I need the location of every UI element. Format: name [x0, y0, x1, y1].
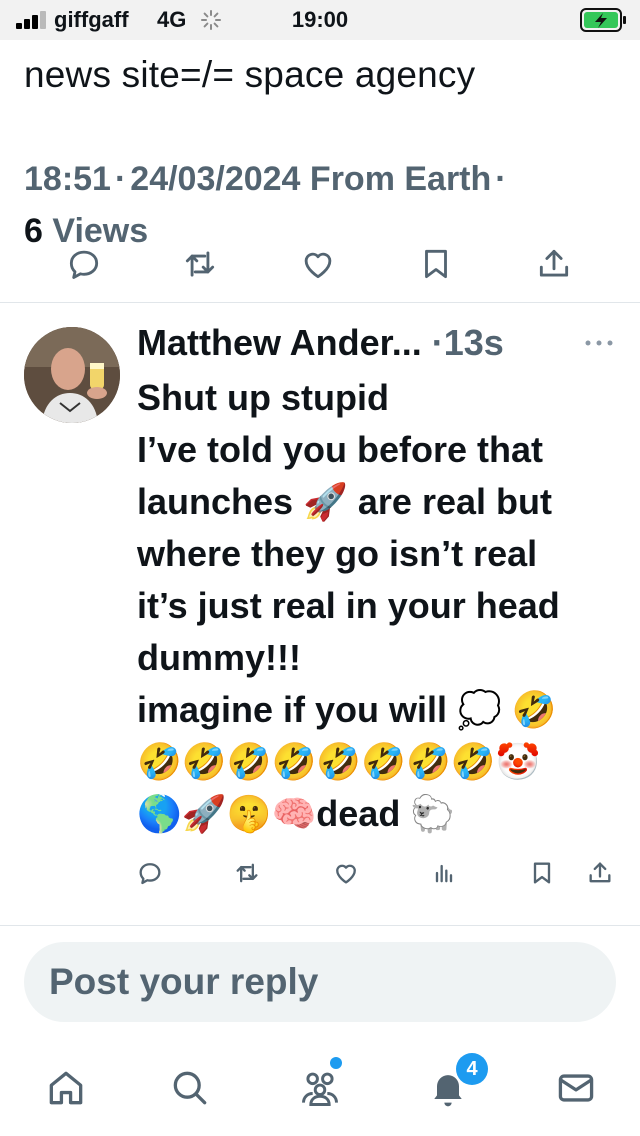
tab-communities[interactable] — [292, 1060, 348, 1116]
share-icon — [589, 862, 611, 883]
repost-button[interactable] — [176, 240, 224, 288]
analytics-icon — [435, 864, 453, 883]
more-options-icon[interactable] — [583, 335, 615, 351]
reply-author[interactable]: Matthew Ander... — [137, 322, 422, 363]
reply-line: launches 🚀 are real but — [137, 481, 552, 522]
tab-search[interactable] — [162, 1060, 218, 1116]
communities-dot-badge — [330, 1057, 342, 1069]
reply-line: I’ve told you before that — [137, 429, 544, 470]
post-text: news site=/= space agency — [24, 54, 476, 95]
bookmark-icon — [533, 862, 551, 884]
post-action-bar — [0, 240, 640, 288]
reply-button[interactable] — [60, 240, 108, 288]
reply-text: Shut up stupid I’ve told you before that… — [137, 372, 627, 840]
tab-messages[interactable] — [548, 1060, 604, 1116]
divider — [0, 302, 640, 303]
reply-repost-button[interactable] — [229, 853, 265, 893]
bottom-tab-bar: 4 — [0, 1050, 640, 1136]
reply-line: dummy!!! — [137, 637, 301, 678]
reply-line: it’s just real in your head — [137, 585, 560, 626]
reply-header: Matthew Ander... ·13s — [137, 322, 504, 364]
repost-icon — [236, 863, 258, 883]
home-icon — [49, 1071, 83, 1105]
post-meta: 18:51 · 24/03/2024 From Earth · — [24, 160, 507, 198]
share-button[interactable] — [530, 240, 578, 288]
share-icon — [539, 249, 569, 277]
post-date: 24/03/2024 — [130, 160, 301, 198]
like-icon — [304, 252, 332, 279]
avatar[interactable] — [24, 327, 120, 423]
tab-home[interactable] — [38, 1060, 94, 1116]
tweet-detail-screen: giffgaff 4G 19:00 news site=/= space age… — [0, 0, 640, 1136]
reply-analytics-button[interactable] — [426, 853, 462, 893]
reply-reply-button[interactable] — [132, 853, 168, 893]
search-icon — [173, 1071, 207, 1105]
repost-icon — [185, 251, 215, 277]
reply-icon — [139, 863, 161, 885]
battery-charging-icon — [580, 8, 626, 32]
status-bar: giffgaff 4G 19:00 — [0, 0, 640, 40]
reply-share-button[interactable] — [582, 853, 618, 893]
reply-separator: · — [431, 322, 444, 363]
reply-line: where they go isn’t real — [137, 533, 538, 574]
reply-action-bar — [0, 853, 640, 893]
reply-line: Shut up stupid — [137, 377, 389, 418]
reply-age: 13s — [443, 322, 504, 363]
like-button[interactable] — [294, 240, 342, 288]
communities-icon — [302, 1072, 338, 1106]
composer-placeholder: Post your reply — [49, 961, 319, 1002]
reply-line: 🤣🤣🤣🤣🤣🤣🤣🤣🤡 — [137, 741, 541, 782]
bookmark-icon — [425, 249, 447, 279]
reply-line: 🌎🚀🤫🧠dead 🐑 — [137, 793, 456, 834]
reply-like-button[interactable] — [328, 853, 364, 893]
avatar-image — [24, 327, 120, 423]
reply-composer[interactable]: Post your reply — [24, 942, 616, 1022]
bookmark-button[interactable] — [412, 240, 460, 288]
reply-icon — [69, 250, 99, 279]
notifications-badge: 4 — [456, 1053, 488, 1085]
like-icon — [336, 864, 356, 884]
messages-icon — [558, 1074, 594, 1102]
reply-line: imagine if you will 💭 🤣 — [137, 689, 557, 730]
post-source: From Earth — [309, 160, 492, 198]
status-time: 19:00 — [291, 7, 349, 32]
divider — [0, 925, 640, 926]
reply-bookmark-button[interactable] — [524, 853, 560, 893]
post-time: 18:51 — [24, 160, 111, 198]
